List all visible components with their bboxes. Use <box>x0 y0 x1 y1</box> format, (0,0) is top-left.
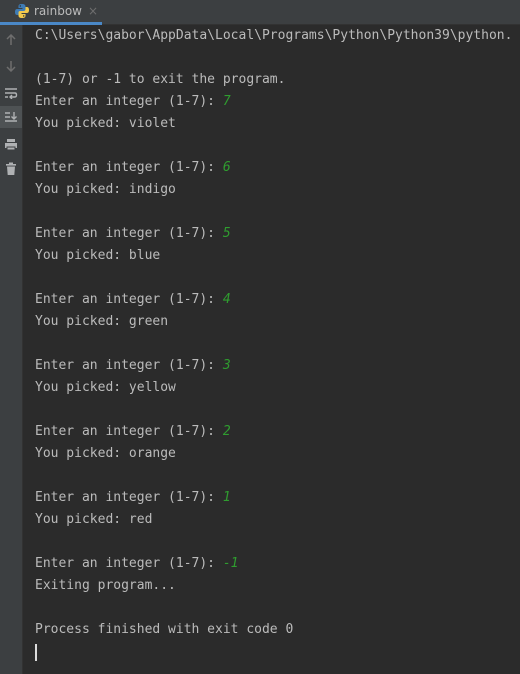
user-input: 5 <box>222 226 231 241</box>
tab-rainbow[interactable]: rainbow × <box>0 0 102 25</box>
result-line: You picked: orange <box>35 446 176 461</box>
arrow-up-icon[interactable] <box>0 29 22 51</box>
text-cursor <box>35 644 37 661</box>
result-line: You picked: blue <box>35 248 161 263</box>
exit-message-line: Exiting program... <box>35 578 176 593</box>
instructions-line: (1-7) or -1 to exit the program. <box>35 72 286 87</box>
prompt-line: Enter an integer (1-7): 7 <box>35 94 231 109</box>
interpreter-path-line: C:\Users\gabor\AppData\Local\Programs\Py… <box>35 28 513 43</box>
arrow-down-icon[interactable] <box>0 55 22 77</box>
prompt-line: Enter an integer (1-7): -1 <box>35 556 239 571</box>
prompt-line: Enter an integer (1-7): 3 <box>35 358 231 373</box>
print-icon[interactable] <box>0 133 22 155</box>
python-file-icon <box>15 4 29 18</box>
result-line: You picked: red <box>35 512 153 527</box>
user-input: 3 <box>222 358 231 373</box>
console-toolbar <box>0 25 23 674</box>
user-input: 1 <box>222 490 231 505</box>
prompt-line: Enter an integer (1-7): 4 <box>35 292 231 307</box>
result-line: You picked: indigo <box>35 182 176 197</box>
soft-wrap-icon[interactable] <box>0 82 22 104</box>
user-input: -1 <box>222 556 239 571</box>
trash-icon[interactable] <box>0 158 22 180</box>
tab-label: rainbow <box>34 4 82 18</box>
process-finished-line: Process finished with exit code 0 <box>35 622 294 637</box>
prompt-line: Enter an integer (1-7): 2 <box>35 424 231 439</box>
close-icon[interactable]: × <box>88 4 98 18</box>
user-input: 7 <box>222 94 231 109</box>
result-line: You picked: green <box>35 314 169 329</box>
user-input: 4 <box>222 292 231 307</box>
console-output[interactable]: C:\Users\gabor\AppData\Local\Programs\Py… <box>35 25 520 674</box>
tab-bar: rainbow × <box>0 0 520 25</box>
result-line: You picked: yellow <box>35 380 176 395</box>
prompt-line: Enter an integer (1-7): 5 <box>35 226 231 241</box>
prompt-line: Enter an integer (1-7): 6 <box>35 160 231 175</box>
user-input: 2 <box>222 424 231 439</box>
user-input: 6 <box>222 160 231 175</box>
prompt-line: Enter an integer (1-7): 1 <box>35 490 231 505</box>
result-line: You picked: violet <box>35 116 176 131</box>
scroll-to-end-icon[interactable] <box>0 106 22 128</box>
